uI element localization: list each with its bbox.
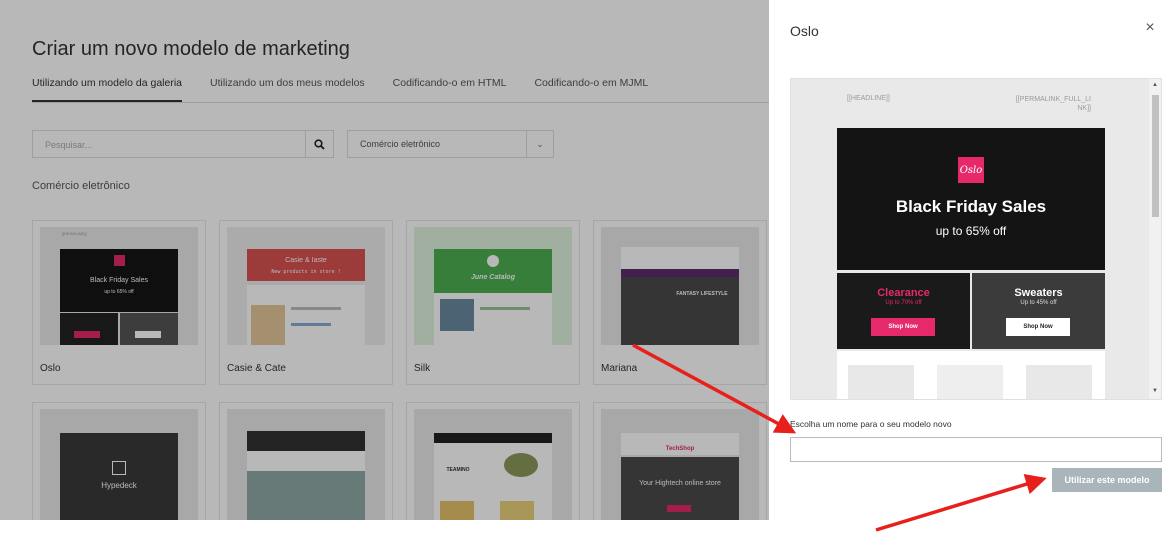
preview-hero-title: Black Friday Sales bbox=[895, 197, 1047, 216]
scrollbar-thumb[interactable] bbox=[1152, 95, 1159, 217]
preview-offers: Clearance Up to 70% off Shop Now Sweater… bbox=[837, 273, 1105, 349]
close-icon[interactable]: × bbox=[1142, 20, 1158, 36]
template-name-label: Escolha um nome para o seu modelo novo bbox=[790, 419, 952, 429]
preview-hero: Oslo Black Friday Sales up to 65% off bbox=[837, 128, 1105, 270]
preview-logo: Oslo bbox=[958, 157, 984, 183]
offer-subtitle: Up to 45% off bbox=[1020, 300, 1057, 306]
template-name-input[interactable] bbox=[790, 437, 1162, 462]
preview-permalink: [[PERMALINK_FULL_LI NK]] bbox=[1015, 96, 1091, 112]
shop-now-button: Shop Now bbox=[1006, 318, 1070, 336]
panel-title: Oslo bbox=[790, 23, 819, 39]
template-preview[interactable]: [[HEADLINE]] [[PERMALINK_FULL_LI NK]] Os… bbox=[790, 78, 1162, 400]
preview-hero-subtitle: up to 65% off bbox=[935, 224, 1007, 238]
scroll-down-icon[interactable]: ▼ bbox=[1152, 388, 1158, 394]
offer-title: Clearance bbox=[877, 287, 930, 299]
shop-now-button: Shop Now bbox=[871, 318, 935, 336]
screen: Criar um novo modelo de marketing Utiliz… bbox=[0, 0, 1174, 546]
product-image bbox=[1026, 365, 1092, 399]
preview-products bbox=[837, 351, 1105, 399]
offer-title: Sweaters bbox=[1014, 287, 1063, 299]
template-preview-panel: Oslo × [[HEADLINE]] [[PERMALINK_FULL_LI … bbox=[769, 0, 1174, 520]
preview-offer-sweaters: Sweaters Up to 45% off Shop Now bbox=[972, 273, 1105, 349]
offer-subtitle: Up to 70% off bbox=[885, 300, 922, 306]
product-image bbox=[937, 365, 1003, 399]
preview-headline: [[HEADLINE]] bbox=[847, 95, 890, 102]
modal-backdrop[interactable] bbox=[0, 0, 769, 520]
use-template-button[interactable]: Utilizar este modelo bbox=[1052, 468, 1162, 492]
preview-scrollbar[interactable]: ▲ ▼ bbox=[1149, 79, 1161, 399]
product-image bbox=[848, 365, 914, 399]
bottom-strip bbox=[0, 520, 1174, 546]
scroll-up-icon[interactable]: ▲ bbox=[1152, 82, 1158, 88]
preview-offer-clearance: Clearance Up to 70% off Shop Now bbox=[837, 273, 970, 349]
